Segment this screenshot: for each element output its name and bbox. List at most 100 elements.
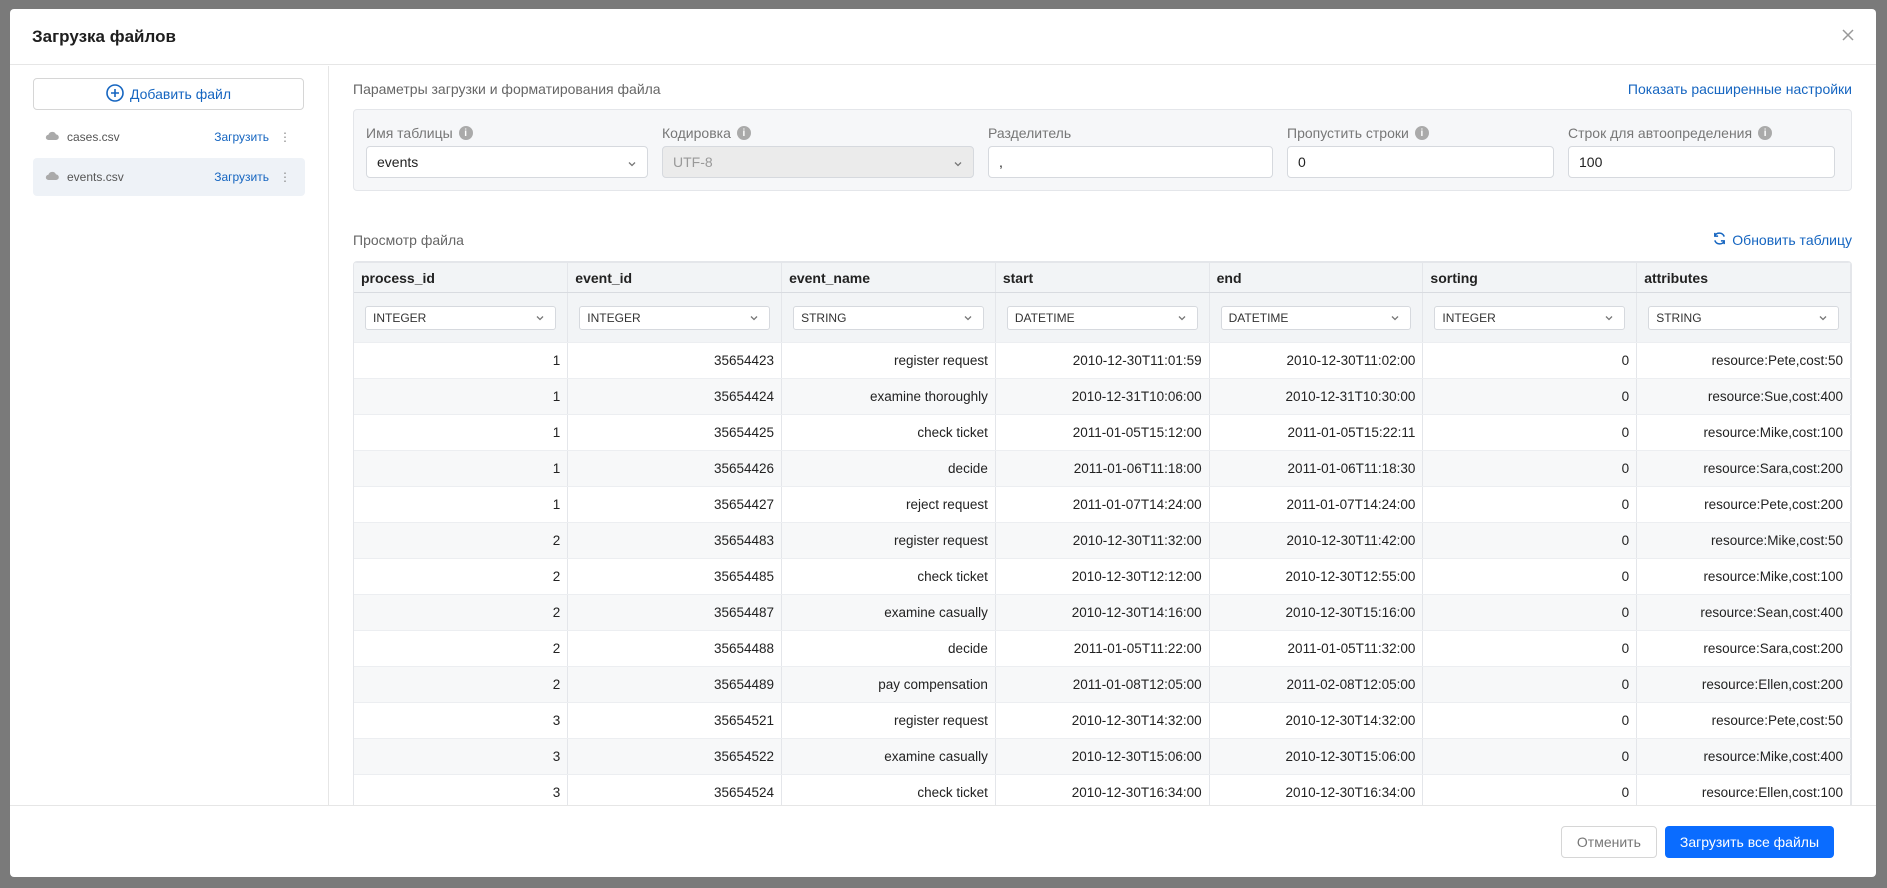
- cloud-icon: [45, 130, 59, 144]
- table-cell: examine casually: [781, 594, 996, 631]
- table-cell: 0: [1422, 594, 1638, 631]
- table-cell: reject request: [781, 486, 996, 523]
- column-type-select[interactable]: DATETIME: [1220, 305, 1412, 330]
- autodetect-rows-input[interactable]: 100: [1568, 146, 1835, 178]
- params-section-title: Параметры загрузки и форматирования файл…: [353, 81, 661, 97]
- column-type-cell: STRING: [781, 292, 996, 343]
- chevron-down-icon: [963, 312, 973, 326]
- table-body: 1 35654423 register request 2010-12-30T11:0…: [354, 342, 1851, 805]
- table-cell: 0: [1422, 666, 1638, 703]
- table-cell: 2010-12-30T16:34:00: [1209, 774, 1424, 805]
- more-vertical-icon[interactable]: ⋮: [277, 130, 293, 144]
- column-type-select[interactable]: DATETIME: [1006, 305, 1198, 330]
- table-cell: 2010-12-30T11:02:00: [1209, 342, 1424, 379]
- table-row: 3 35654521 register request 2010-12-30T14:3…: [354, 702, 1851, 739]
- upload-file-button[interactable]: Загрузить: [214, 130, 269, 144]
- files-sidebar: Добавить файл cases.csv Загрузить ⋮ even…: [10, 66, 329, 805]
- column-type-select[interactable]: INTEGER: [365, 305, 557, 330]
- table-cell: 0: [1422, 738, 1638, 775]
- table-row: 1 35654427 reject request 2011-01-07T14:24:…: [354, 486, 1851, 523]
- column-header-row: process_id event_id event_name start end sort…: [354, 262, 1851, 293]
- column-header: sorting: [1422, 262, 1638, 293]
- column-type-select[interactable]: INTEGER: [1434, 305, 1626, 330]
- table-cell: resource:Mike,cost:50: [1636, 522, 1851, 559]
- table-cell: 2: [354, 666, 569, 703]
- skip-rows-label: Пропустить строки: [1287, 125, 1409, 141]
- column-type-select[interactable]: STRING: [1648, 305, 1839, 330]
- file-item-events[interactable]: events.csv Загрузить ⋮: [33, 158, 305, 196]
- table-cell: 0: [1422, 522, 1638, 559]
- info-icon[interactable]: i: [1758, 126, 1773, 140]
- table-cell: 1: [354, 342, 569, 379]
- table-cell: 2010-12-30T12:55:00: [1209, 558, 1424, 595]
- column-header: start: [995, 262, 1210, 293]
- skip-rows-input[interactable]: 0: [1287, 146, 1554, 178]
- table-cell: 35654487: [567, 594, 783, 631]
- cancel-button[interactable]: Отменить: [1560, 825, 1657, 858]
- table-cell: 2011-01-07T14:24:00: [995, 486, 1210, 523]
- table-cell: 35654488: [567, 630, 783, 667]
- table-row: 2 35654487 examine casually 2010-12-30T14:1…: [354, 594, 1851, 631]
- column-type-cell: INTEGER: [1422, 292, 1638, 343]
- table-cell: resource:Mike,cost:100: [1636, 414, 1851, 451]
- refresh-table-label: Обновить таблицу: [1732, 232, 1852, 248]
- column-header: attributes: [1636, 262, 1851, 293]
- column-header: event_name: [781, 262, 996, 293]
- table-cell: 0: [1422, 630, 1638, 667]
- table-cell: resource:Pete,cost:50: [1636, 342, 1851, 379]
- column-type-select[interactable]: STRING: [793, 305, 984, 330]
- table-name-select[interactable]: events: [366, 146, 648, 178]
- table-cell: resource:Sara,cost:200: [1636, 450, 1851, 487]
- show-advanced-settings-link[interactable]: Показать расширенные настройки: [1628, 81, 1852, 97]
- table-cell: 2011-01-06T11:18:30: [1209, 450, 1424, 487]
- upload-all-files-button[interactable]: Загрузить все файлы: [1664, 825, 1834, 858]
- table-cell: 0: [1422, 342, 1638, 379]
- table-cell: 2010-12-30T15:06:00: [995, 738, 1210, 775]
- column-type-select[interactable]: INTEGER: [579, 305, 771, 330]
- table-name-value: events: [377, 154, 419, 170]
- table-cell: 2010-12-31T10:30:00: [1209, 378, 1424, 415]
- plus-circle-icon: [106, 83, 124, 105]
- more-vertical-icon[interactable]: ⋮: [277, 170, 293, 184]
- info-icon[interactable]: i: [458, 126, 473, 140]
- table-cell: 0: [1422, 558, 1638, 595]
- delimiter-param: Разделитель ,: [988, 124, 1273, 190]
- add-file-button[interactable]: Добавить файл: [33, 78, 304, 110]
- file-name: events.csv: [67, 170, 124, 184]
- table-cell: 35654483: [567, 522, 783, 559]
- table-cell: 35654427: [567, 486, 783, 523]
- table-cell: 1: [354, 450, 569, 487]
- delimiter-input[interactable]: ,: [988, 146, 1273, 178]
- column-header: end: [1209, 262, 1424, 293]
- close-icon[interactable]: [1836, 23, 1860, 47]
- table-cell: 2010-12-30T15:16:00: [1209, 594, 1424, 631]
- column-type-row: INTEGER INTEGER STRING DATETIME DATETIME INTE…: [354, 292, 1851, 343]
- table-cell: 35654426: [567, 450, 783, 487]
- info-icon[interactable]: i: [736, 126, 751, 140]
- table-row: 1 35654423 register request 2010-12-30T11:0…: [354, 342, 1851, 379]
- table-cell: 0: [1422, 378, 1638, 415]
- table-cell: 2011-01-05T15:22:11: [1209, 414, 1424, 451]
- cloud-icon: [45, 170, 59, 184]
- table-cell: 1: [354, 486, 569, 523]
- encoding-param: Кодировка i UTF-8: [662, 124, 974, 190]
- table-cell: 35654521: [567, 702, 783, 739]
- column-header: process_id: [354, 262, 569, 293]
- add-file-label: Добавить файл: [129, 86, 232, 102]
- table-cell: 0: [1422, 702, 1638, 739]
- chevron-down-icon: [1818, 312, 1828, 326]
- file-item-cases[interactable]: cases.csv Загрузить ⋮: [33, 118, 305, 156]
- upload-file-button[interactable]: Загрузить: [214, 170, 269, 184]
- table-row: 1 35654424 examine thoroughly 2010-12-31T10…: [354, 378, 1851, 415]
- column-type-value: DATETIME: [1014, 310, 1075, 325]
- table-cell: 35654485: [567, 558, 783, 595]
- chevron-down-icon: [749, 312, 759, 326]
- table-row: 2 35654485 check ticket 2010-12-30T12:12:00…: [354, 558, 1851, 595]
- table-cell: resource:Mike,cost:400: [1636, 738, 1851, 775]
- info-icon[interactable]: i: [1414, 126, 1429, 140]
- table-cell: decide: [781, 450, 996, 487]
- table-cell: 35654524: [567, 774, 783, 805]
- chevron-down-icon: [1604, 312, 1614, 326]
- column-header: event_id: [567, 262, 783, 293]
- refresh-table-button[interactable]: Обновить таблицу: [1712, 231, 1852, 249]
